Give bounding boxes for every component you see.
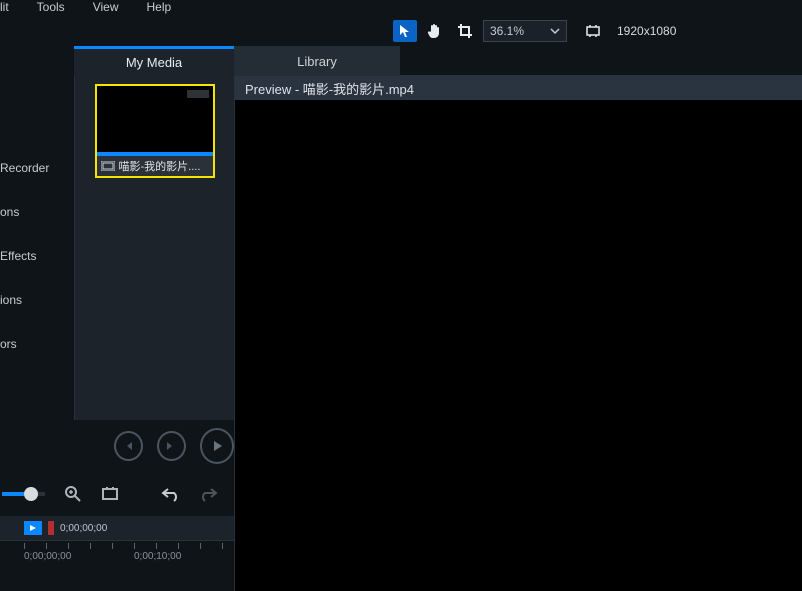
transport-controls <box>0 420 234 472</box>
canvas-size-button[interactable] <box>581 20 605 42</box>
sidebar-blank <box>0 366 74 410</box>
menu-bar: lit Tools View Help <box>0 0 802 16</box>
top-toolbar: 36.1% 1920x1080 <box>393 18 802 44</box>
ruler-label-0: 0;00;00;00 <box>24 551 71 562</box>
zoom-in-button[interactable] <box>63 482 84 506</box>
playhead-time: 0;00;00;00 <box>60 523 107 534</box>
fit-button[interactable] <box>100 482 121 506</box>
timeline-ruler[interactable]: 0;00;00;00 0;00;10;00 <box>0 540 234 564</box>
tab-my-media[interactable]: My Media <box>74 46 234 76</box>
tab-library[interactable]: Library <box>234 46 400 76</box>
prev-frame-button[interactable] <box>114 431 143 461</box>
media-thumbnail[interactable]: 喵影-我的影片.... <box>95 84 215 178</box>
sidebar-cursors[interactable]: ors <box>0 322 74 366</box>
sidebar-transitions[interactable]: ions <box>0 278 74 322</box>
play-button[interactable] <box>200 428 234 464</box>
playhead-marker[interactable] <box>24 521 42 535</box>
preview-title: Preview - 喵影-我的影片.mp4 <box>245 79 414 98</box>
timeline-tools <box>0 472 234 516</box>
hand-tool-button[interactable] <box>423 20 447 42</box>
menu-help[interactable]: Help <box>146 0 171 14</box>
next-frame-button[interactable] <box>157 431 186 461</box>
zoom-value: 36.1% <box>490 24 524 38</box>
canvas-dimensions: 1920x1080 <box>617 24 676 38</box>
sidebar-effects[interactable]: Effects <box>0 234 74 278</box>
menu-tools[interactable]: Tools <box>37 0 65 14</box>
timeline-header: 0;00;00;00 <box>0 516 234 540</box>
menu-view[interactable]: View <box>93 0 119 14</box>
sidebar-recorder[interactable]: Recorder <box>0 146 74 190</box>
preview-canvas[interactable] <box>235 100 802 591</box>
timeline[interactable]: 0;00;00;00 0;00;00;00 0;00;10;00 <box>0 516 234 591</box>
sidebar-annotations[interactable]: ons <box>0 190 74 234</box>
tab-blank-area <box>400 46 802 76</box>
chevron-down-icon <box>550 26 560 36</box>
cursor-tool-button[interactable] <box>393 20 417 42</box>
thumbnail-image <box>97 86 213 152</box>
panel-tabs: My Media Library <box>74 46 802 76</box>
preview-titlebar: Preview - 喵影-我的影片.mp4 <box>235 76 802 100</box>
redo-button[interactable] <box>197 482 218 506</box>
film-icon <box>101 161 115 171</box>
preview-panel: Preview - 喵影-我的影片.mp4 <box>234 76 802 591</box>
thumbnail-caption: 喵影-我的影片.... <box>97 156 213 176</box>
crop-tool-button[interactable] <box>453 20 477 42</box>
in-out-marker[interactable] <box>48 521 54 535</box>
zoom-select[interactable]: 36.1% <box>483 20 567 42</box>
menu-edit[interactable]: lit <box>0 0 9 14</box>
ruler-label-1: 0;00;10;00 <box>134 551 181 562</box>
undo-button[interactable] <box>161 482 182 506</box>
timeline-zoom-slider[interactable] <box>2 492 45 496</box>
